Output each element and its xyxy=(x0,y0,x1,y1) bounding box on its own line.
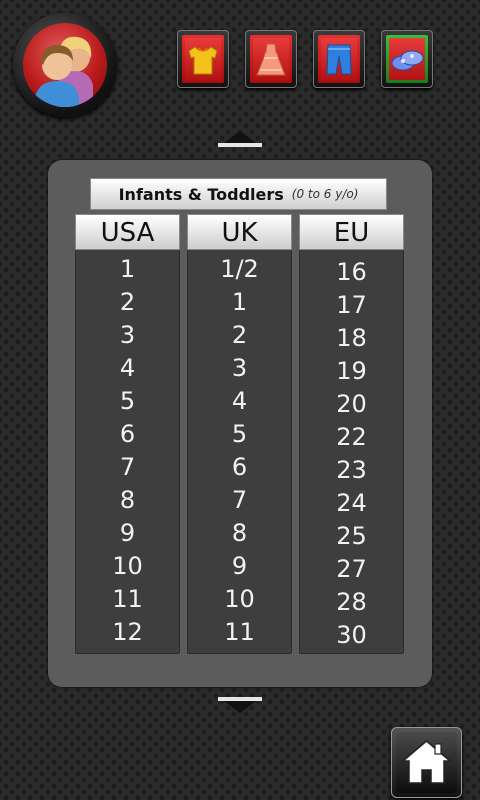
list-item: 16 xyxy=(336,258,367,286)
list-item: 9 xyxy=(119,519,136,547)
uk-column: UK 1/2 1 2 3 4 5 6 7 8 9 10 11 xyxy=(187,214,292,654)
dress-icon xyxy=(256,43,286,76)
category-button-pants[interactable] xyxy=(313,30,365,88)
list-item: 12 xyxy=(112,618,143,646)
list-item: 5 xyxy=(231,420,248,448)
list-item: 11 xyxy=(224,618,255,646)
list-item: 6 xyxy=(231,453,248,481)
list-item: 2 xyxy=(231,321,248,349)
list-item: 7 xyxy=(119,453,136,481)
list-item: 2 xyxy=(119,288,136,316)
list-item: 17 xyxy=(336,291,367,319)
eu-column: EU 16 17 18 19 20 22 23 24 25 27 28 30 xyxy=(299,214,404,654)
column-header-eu: EU xyxy=(299,214,404,250)
column-header-uk: UK xyxy=(187,214,292,250)
category-button-tops[interactable] xyxy=(177,30,229,88)
table-title: Infants & Toddlers (0 to 6 y/o) xyxy=(90,178,387,210)
profile-button[interactable] xyxy=(13,13,117,117)
list-item: 24 xyxy=(336,489,367,517)
list-item: 1 xyxy=(119,255,136,283)
usa-size-list: 1 2 3 4 5 6 7 8 9 10 11 12 xyxy=(76,253,179,649)
usa-column: USA 1 2 3 4 5 6 7 8 9 10 11 12 xyxy=(75,214,180,654)
uk-size-list: 1/2 1 2 3 4 5 6 7 8 9 10 11 xyxy=(188,253,291,649)
list-item: 20 xyxy=(336,390,367,418)
eu-size-list: 16 17 18 19 20 22 23 24 25 27 28 30 xyxy=(300,256,403,652)
category-button-dresses[interactable] xyxy=(245,30,297,88)
list-item: 25 xyxy=(336,522,367,550)
list-item: 28 xyxy=(336,588,367,616)
parents-icon xyxy=(23,23,107,107)
category-button-shoes[interactable] xyxy=(381,30,433,88)
list-item: 4 xyxy=(231,387,248,415)
chevron-down-icon[interactable] xyxy=(218,697,262,713)
list-item: 11 xyxy=(112,585,143,613)
list-item: 27 xyxy=(336,555,367,583)
list-item: 1/2 xyxy=(220,255,259,283)
list-item: 1 xyxy=(231,288,248,316)
list-item: 10 xyxy=(112,552,143,580)
list-item: 30 xyxy=(336,621,367,649)
shirt-icon xyxy=(188,46,218,75)
list-item: 8 xyxy=(119,486,136,514)
age-range-text: (0 to 6 y/o) xyxy=(291,187,359,201)
list-item: 3 xyxy=(231,354,248,382)
home-icon xyxy=(400,740,453,784)
list-item: 22 xyxy=(336,423,367,451)
list-item: 19 xyxy=(336,357,367,385)
list-item: 3 xyxy=(119,321,136,349)
list-item: 6 xyxy=(119,420,136,448)
shoes-icon xyxy=(391,50,424,71)
column-header-usa: USA xyxy=(75,214,180,250)
list-item: 9 xyxy=(231,552,248,580)
chevron-up-icon[interactable] xyxy=(218,131,262,147)
list-item: 8 xyxy=(231,519,248,547)
list-item: 7 xyxy=(231,486,248,514)
list-item: 10 xyxy=(224,585,255,613)
list-item: 4 xyxy=(119,354,136,382)
pants-icon xyxy=(326,44,352,75)
list-item: 23 xyxy=(336,456,367,484)
home-button[interactable] xyxy=(391,727,462,798)
list-item: 18 xyxy=(336,324,367,352)
title-text: Infants & Toddlers xyxy=(118,184,284,204)
list-item: 5 xyxy=(119,387,136,415)
